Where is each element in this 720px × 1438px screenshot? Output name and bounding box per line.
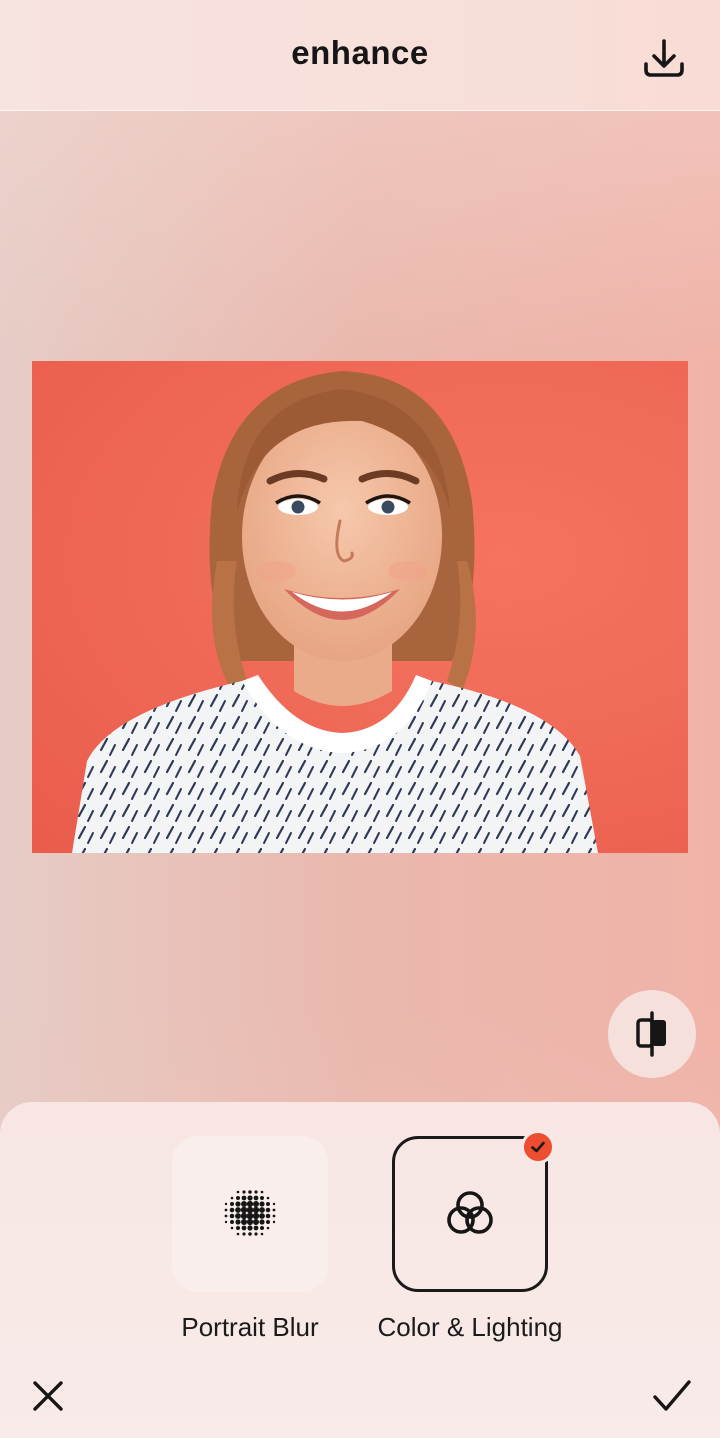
portrait-photo xyxy=(32,361,688,853)
portrait-illustration xyxy=(72,371,598,853)
checkmark-icon xyxy=(653,1380,691,1411)
apply-button[interactable] xyxy=(646,1370,698,1422)
page-title: enhance xyxy=(291,34,429,71)
compare-button[interactable] xyxy=(608,990,696,1078)
cancel-button[interactable] xyxy=(22,1370,74,1422)
selected-check-badge xyxy=(521,1130,555,1164)
close-icon xyxy=(33,1381,63,1411)
top-bar: enhance xyxy=(0,0,720,111)
tool-label-color-lighting: Color & Lighting xyxy=(377,1312,563,1342)
interlocking-rings-icon xyxy=(447,1191,493,1234)
bottom-panel xyxy=(0,1102,720,1438)
dot-grid-icon xyxy=(224,1190,276,1236)
compare-split-icon xyxy=(636,1011,666,1057)
enhance-screen: enhance Portrait Blur Color & Lighting xyxy=(0,0,720,1438)
check-small-icon xyxy=(531,1141,545,1153)
tool-portrait-blur[interactable] xyxy=(172,1136,328,1292)
tool-color-lighting[interactable] xyxy=(392,1136,548,1292)
tool-label-portrait-blur: Portrait Blur xyxy=(181,1312,319,1342)
download-icon xyxy=(644,39,684,77)
download-button[interactable] xyxy=(636,30,692,86)
